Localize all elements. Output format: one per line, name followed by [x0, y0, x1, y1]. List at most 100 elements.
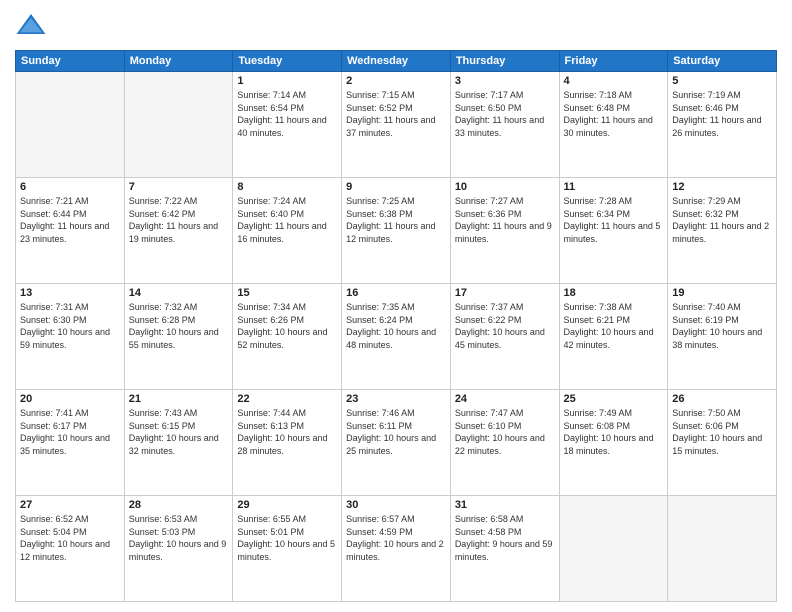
calendar-cell: 2 Sunrise: 7:15 AMSunset: 6:52 PMDaylight… — [342, 72, 451, 178]
calendar-cell: 20 Sunrise: 7:41 AMSunset: 6:17 PMDayligh… — [16, 390, 125, 496]
calendar-cell: 23 Sunrise: 7:46 AMSunset: 6:11 PMDayligh… — [342, 390, 451, 496]
day-number: 7 — [129, 181, 229, 193]
calendar-header: SundayMondayTuesdayWednesdayThursdayFrid… — [16, 51, 777, 72]
day-info: Sunrise: 7:29 AMSunset: 6:32 PMDaylight:… — [672, 195, 772, 245]
day-info: Sunrise: 6:58 AMSunset: 4:58 PMDaylight:… — [455, 513, 555, 563]
calendar-cell — [124, 72, 233, 178]
calendar-cell: 4 Sunrise: 7:18 AMSunset: 6:48 PMDaylight… — [559, 72, 668, 178]
day-number: 20 — [20, 393, 120, 405]
day-header-wednesday: Wednesday — [342, 51, 451, 72]
day-number: 8 — [237, 181, 337, 193]
calendar-cell: 13 Sunrise: 7:31 AMSunset: 6:30 PMDayligh… — [16, 284, 125, 390]
calendar-cell: 17 Sunrise: 7:37 AMSunset: 6:22 PMDayligh… — [450, 284, 559, 390]
calendar-cell: 7Sunrise: 7:22 AMSunset: 6:42 PMDaylight… — [124, 178, 233, 284]
day-number: 16 — [346, 287, 446, 299]
day-info: Sunrise: 7:38 AMSunset: 6:21 PMDaylight:… — [564, 301, 664, 351]
day-number: 24 — [455, 393, 555, 405]
day-number: 28 — [129, 499, 229, 511]
day-info: Sunrise: 7:17 AMSunset: 6:50 PMDaylight:… — [455, 89, 555, 139]
day-number: 21 — [129, 393, 229, 405]
calendar-cell — [16, 72, 125, 178]
calendar-body: 1Sunrise: 7:14 AMSunset: 6:54 PMDaylight… — [16, 72, 777, 602]
calendar-cell: 31 Sunrise: 6:58 AMSunset: 4:58 PMDayligh… — [450, 496, 559, 602]
calendar-cell: 12 Sunrise: 7:29 AMSunset: 6:32 PMDayligh… — [668, 178, 777, 284]
week-row-1: 6 Sunrise: 7:21 AMSunset: 6:44 PMDaylight… — [16, 178, 777, 284]
day-info: Sunrise: 7:47 AMSunset: 6:10 PMDaylight:… — [455, 407, 555, 457]
day-number: 15 — [237, 287, 337, 299]
day-number: 27 — [20, 499, 120, 511]
day-number: 25 — [564, 393, 664, 405]
day-info: Sunrise: 7:49 AMSunset: 6:08 PMDaylight:… — [564, 407, 664, 457]
day-info: Sunrise: 7:21 AMSunset: 6:44 PMDaylight:… — [20, 195, 120, 245]
calendar-cell: 19Sunrise: 7:40 AMSunset: 6:19 PMDayligh… — [668, 284, 777, 390]
day-info: Sunrise: 7:28 AMSunset: 6:34 PMDaylight:… — [564, 195, 664, 245]
calendar-cell: 28 Sunrise: 6:53 AMSunset: 5:03 PMDayligh… — [124, 496, 233, 602]
week-row-3: 20 Sunrise: 7:41 AMSunset: 6:17 PMDayligh… — [16, 390, 777, 496]
day-info: Sunrise: 6:57 AMSunset: 4:59 PMDaylight:… — [346, 513, 446, 563]
day-info: Sunrise: 7:19 AMSunset: 6:46 PMDaylight:… — [672, 89, 772, 139]
day-info: Sunrise: 6:52 AMSunset: 5:04 PMDaylight:… — [20, 513, 120, 563]
day-number: 18 — [564, 287, 664, 299]
day-info: Sunrise: 7:46 AMSunset: 6:11 PMDaylight:… — [346, 407, 446, 457]
day-info: Sunrise: 7:44 AMSunset: 6:13 PMDaylight:… — [237, 407, 337, 457]
day-number: 30 — [346, 499, 446, 511]
day-header-monday: Monday — [124, 51, 233, 72]
day-number: 9 — [346, 181, 446, 193]
day-info: Sunrise: 7:18 AMSunset: 6:48 PMDaylight:… — [564, 89, 664, 139]
calendar-cell: 18 Sunrise: 7:38 AMSunset: 6:21 PMDayligh… — [559, 284, 668, 390]
week-row-0: 1Sunrise: 7:14 AMSunset: 6:54 PMDaylight… — [16, 72, 777, 178]
day-number: 11 — [564, 181, 664, 193]
day-info: Sunrise: 7:32 AMSunset: 6:28 PMDaylight:… — [129, 301, 229, 351]
calendar-cell: 14 Sunrise: 7:32 AMSunset: 6:28 PMDayligh… — [124, 284, 233, 390]
day-number: 23 — [346, 393, 446, 405]
day-info: Sunrise: 7:34 AMSunset: 6:26 PMDaylight:… — [237, 301, 337, 351]
day-header-tuesday: Tuesday — [233, 51, 342, 72]
calendar-cell: 10 Sunrise: 7:27 AMSunset: 6:36 PMDayligh… — [450, 178, 559, 284]
day-info: Sunrise: 7:15 AMSunset: 6:52 PMDaylight:… — [346, 89, 446, 139]
day-number: 4 — [564, 75, 664, 87]
day-info: Sunrise: 7:27 AMSunset: 6:36 PMDaylight:… — [455, 195, 555, 245]
calendar-cell: 1Sunrise: 7:14 AMSunset: 6:54 PMDaylight… — [233, 72, 342, 178]
day-info: Sunrise: 7:24 AMSunset: 6:40 PMDaylight:… — [237, 195, 337, 245]
calendar-cell: 8 Sunrise: 7:24 AMSunset: 6:40 PMDaylight… — [233, 178, 342, 284]
day-number: 13 — [20, 287, 120, 299]
day-info: Sunrise: 7:50 AMSunset: 6:06 PMDaylight:… — [672, 407, 772, 457]
day-number: 10 — [455, 181, 555, 193]
calendar-cell: 29Sunrise: 6:55 AMSunset: 5:01 PMDayligh… — [233, 496, 342, 602]
calendar-cell: 3Sunrise: 7:17 AMSunset: 6:50 PMDaylight… — [450, 72, 559, 178]
day-info: Sunrise: 7:14 AMSunset: 6:54 PMDaylight:… — [237, 89, 337, 139]
day-number: 6 — [20, 181, 120, 193]
day-header-thursday: Thursday — [450, 51, 559, 72]
day-info: Sunrise: 7:31 AMSunset: 6:30 PMDaylight:… — [20, 301, 120, 351]
week-row-2: 13 Sunrise: 7:31 AMSunset: 6:30 PMDayligh… — [16, 284, 777, 390]
day-info: Sunrise: 7:43 AMSunset: 6:15 PMDaylight:… — [129, 407, 229, 457]
calendar-cell: 22Sunrise: 7:44 AMSunset: 6:13 PMDayligh… — [233, 390, 342, 496]
day-number: 14 — [129, 287, 229, 299]
calendar-cell: 15 Sunrise: 7:34 AMSunset: 6:26 PMDayligh… — [233, 284, 342, 390]
day-info: Sunrise: 7:25 AMSunset: 6:38 PMDaylight:… — [346, 195, 446, 245]
calendar-cell: 11 Sunrise: 7:28 AMSunset: 6:34 PMDayligh… — [559, 178, 668, 284]
day-header-saturday: Saturday — [668, 51, 777, 72]
page: SundayMondayTuesdayWednesdayThursdayFrid… — [0, 0, 792, 612]
day-header-friday: Friday — [559, 51, 668, 72]
calendar-cell: 5 Sunrise: 7:19 AMSunset: 6:46 PMDaylight… — [668, 72, 777, 178]
day-info: Sunrise: 7:35 AMSunset: 6:24 PMDaylight:… — [346, 301, 446, 351]
calendar-cell: 9 Sunrise: 7:25 AMSunset: 6:38 PMDaylight… — [342, 178, 451, 284]
calendar-cell: 26Sunrise: 7:50 AMSunset: 6:06 PMDayligh… — [668, 390, 777, 496]
calendar-cell: 6 Sunrise: 7:21 AMSunset: 6:44 PMDaylight… — [16, 178, 125, 284]
day-number: 5 — [672, 75, 772, 87]
day-info: Sunrise: 7:41 AMSunset: 6:17 PMDaylight:… — [20, 407, 120, 457]
day-number: 2 — [346, 75, 446, 87]
day-info: Sunrise: 6:55 AMSunset: 5:01 PMDaylight:… — [237, 513, 337, 563]
day-number: 31 — [455, 499, 555, 511]
day-info: Sunrise: 7:40 AMSunset: 6:19 PMDaylight:… — [672, 301, 772, 351]
calendar-cell: 24 Sunrise: 7:47 AMSunset: 6:10 PMDayligh… — [450, 390, 559, 496]
day-number: 12 — [672, 181, 772, 193]
day-number: 17 — [455, 287, 555, 299]
week-row-4: 27 Sunrise: 6:52 AMSunset: 5:04 PMDayligh… — [16, 496, 777, 602]
calendar-cell: 27 Sunrise: 6:52 AMSunset: 5:04 PMDayligh… — [16, 496, 125, 602]
day-info: Sunrise: 7:37 AMSunset: 6:22 PMDaylight:… — [455, 301, 555, 351]
calendar-cell: 16 Sunrise: 7:35 AMSunset: 6:24 PMDayligh… — [342, 284, 451, 390]
day-info: Sunrise: 6:53 AMSunset: 5:03 PMDaylight:… — [129, 513, 229, 563]
logo — [15, 10, 51, 42]
